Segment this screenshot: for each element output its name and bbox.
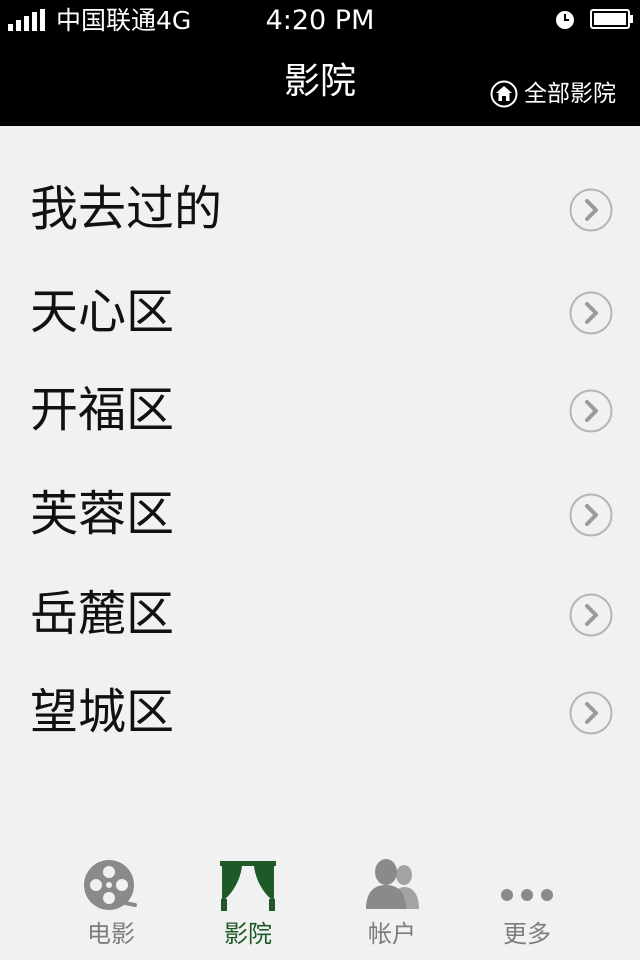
carrier-name: 中国联通4G xyxy=(56,6,192,35)
list-item-tianxin[interactable]: 天心区 xyxy=(0,262,640,362)
tab-label: 影院 xyxy=(224,920,272,948)
list-item-visited[interactable]: 我去过的 xyxy=(0,159,640,259)
list-item-wangcheng[interactable]: 望城区 xyxy=(0,662,640,762)
tab-movies[interactable]: 电影 xyxy=(56,845,166,960)
status-bar: 中国联通4G 4:20 PM xyxy=(0,0,640,40)
alarm-clock-icon xyxy=(556,11,574,29)
all-cinemas-label: 全部影院 xyxy=(524,81,616,107)
list-item-label: 开福区 xyxy=(30,382,175,438)
more-dots-icon xyxy=(501,889,553,901)
list-item-yuelu[interactable]: 岳麓区 xyxy=(0,564,640,664)
battery-icon xyxy=(590,9,633,29)
tab-label: 帐户 xyxy=(368,920,416,948)
tab-account[interactable]: 帐户 xyxy=(337,845,447,960)
theater-curtain-icon xyxy=(220,861,276,911)
account-people-icon xyxy=(366,859,419,909)
list-item-label: 天心区 xyxy=(30,284,175,340)
navigation-bar: 影院 全部影院 xyxy=(0,40,640,126)
tab-more[interactable]: 更多 xyxy=(472,845,582,960)
tab-cinemas[interactable]: 影院 xyxy=(193,845,303,960)
chevron-right-icon xyxy=(569,493,613,537)
chevron-right-icon xyxy=(569,389,613,433)
list-item-label: 芙蓉区 xyxy=(30,486,175,542)
chevron-right-icon xyxy=(569,188,613,232)
signal-strength-icon xyxy=(8,9,45,31)
chevron-right-icon xyxy=(569,593,613,637)
tab-label: 电影 xyxy=(87,920,135,948)
tab-bar: 电影 影院 帐户 更多 xyxy=(0,845,640,960)
list-item-kaifu[interactable]: 开福区 xyxy=(0,360,640,460)
film-reel-icon xyxy=(84,860,137,910)
chevron-right-icon xyxy=(569,291,613,335)
list-item-label: 我去过的 xyxy=(30,181,223,237)
list-item-label: 望城区 xyxy=(30,684,175,740)
list-item-furong[interactable]: 芙蓉区 xyxy=(0,464,640,564)
chevron-right-icon xyxy=(569,691,613,735)
tab-label: 更多 xyxy=(503,920,551,948)
all-cinemas-button[interactable]: 全部影院 xyxy=(490,78,616,110)
list-item-label: 岳麓区 xyxy=(30,586,175,642)
home-icon xyxy=(490,80,518,108)
